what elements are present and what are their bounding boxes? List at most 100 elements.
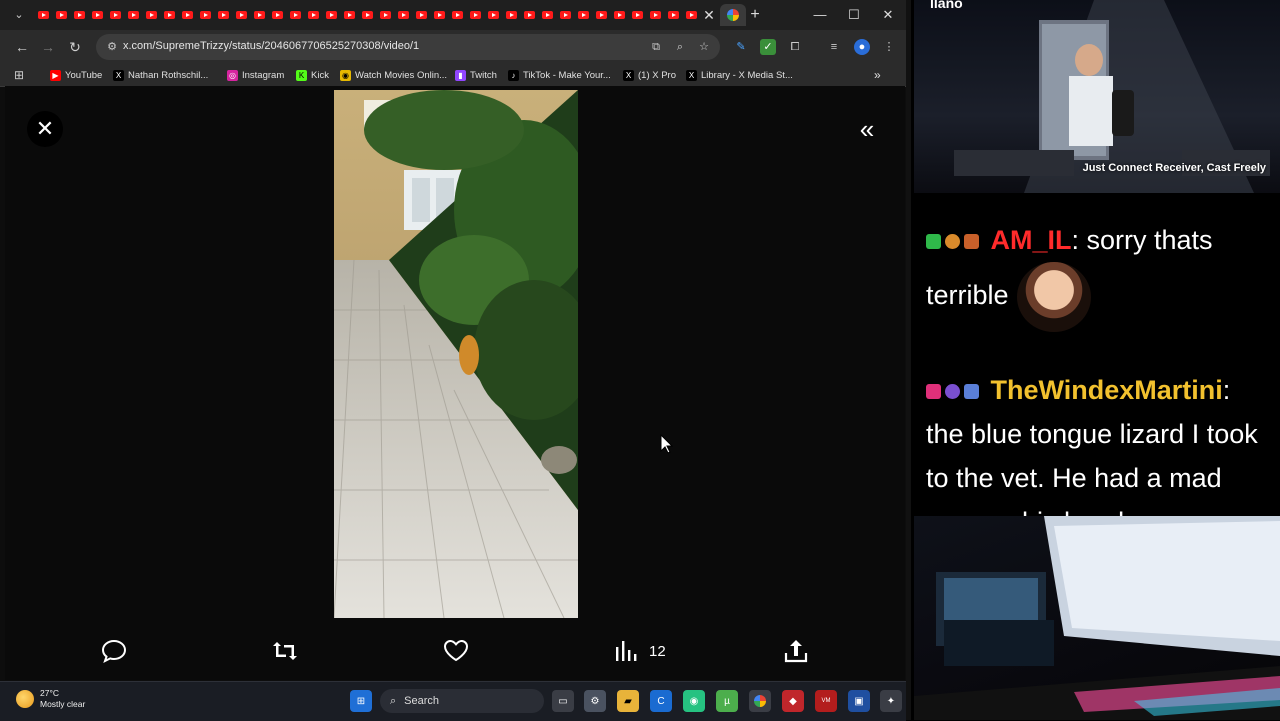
apps-icon[interactable]: ⊞ [14, 67, 24, 83]
reply-button[interactable] [101, 636, 127, 666]
youtube-tab[interactable] [70, 8, 88, 22]
youtube-tab[interactable] [52, 8, 70, 22]
youtube-tab[interactable] [322, 8, 340, 22]
youtube-icon: ▶ [50, 69, 61, 81]
share-button[interactable] [783, 636, 809, 666]
back-button[interactable]: ← [12, 38, 32, 56]
new-tab-button[interactable]: + [746, 6, 764, 24]
gift-badge [964, 384, 979, 400]
youtube-icon [451, 11, 463, 19]
youtube-tab[interactable] [520, 8, 538, 22]
youtube-tab[interactable] [358, 8, 376, 22]
reload-button[interactable]: ↻ [65, 38, 85, 56]
bookmark-xpro[interactable]: X (1) X Pro [623, 67, 676, 83]
youtube-tab[interactable] [574, 8, 592, 22]
bookmark-nathan[interactable]: X Nathan Rothschil... [113, 67, 208, 83]
close-viewer-button[interactable]: ✕ [27, 111, 63, 147]
youtube-tab[interactable] [340, 8, 358, 22]
site-info-icon[interactable]: ⚙ [104, 39, 120, 55]
voicemeeter-icon[interactable]: VM [815, 690, 837, 712]
video-player[interactable] [334, 90, 578, 618]
bookmark-movies[interactable]: ◉ Watch Movies Onlin... [340, 67, 447, 83]
utorrent-icon[interactable]: µ [716, 690, 738, 712]
reading-list-icon[interactable]: ≡ [826, 39, 842, 55]
translate-extension-icon[interactable]: ✎ [733, 39, 749, 55]
youtube-tab[interactable] [556, 8, 574, 22]
bookmark-star-icon[interactable]: ☆ [696, 39, 712, 55]
zoom-icon[interactable]: ⌕ [672, 39, 688, 55]
tab-search-icon[interactable]: ⌄ [8, 6, 30, 24]
youtube-tab[interactable] [196, 8, 214, 22]
youtube-tab[interactable] [394, 8, 412, 22]
youtube-tab[interactable] [376, 8, 394, 22]
bookmark-library[interactable]: X Library - X Media St... [686, 67, 793, 83]
like-button[interactable] [443, 636, 469, 666]
shield-extension-icon[interactable]: ✓ [760, 39, 776, 55]
youtube-tab[interactable] [124, 8, 142, 22]
youtube-tab[interactable] [610, 8, 628, 22]
task-view-icon[interactable]: ▭ [552, 690, 574, 712]
youtube-tab[interactable] [178, 8, 196, 22]
youtube-tab[interactable] [304, 8, 322, 22]
expand-panel-button[interactable]: « [849, 111, 885, 147]
youtube-tab[interactable] [88, 8, 106, 22]
chrome-icon[interactable] [749, 690, 771, 712]
youtube-tab[interactable] [232, 8, 250, 22]
app-blue-icon[interactable]: ▣ [848, 690, 870, 712]
youtube-tab[interactable] [466, 8, 484, 22]
address-bar[interactable]: ⚙ x.com/SupremeTrizzy/status/20460677065… [96, 34, 720, 60]
youtube-tab[interactable] [682, 8, 700, 22]
youtube-tab[interactable] [412, 8, 430, 22]
close-tab-icon[interactable]: ✕ [700, 6, 718, 24]
youtube-icon [613, 11, 625, 19]
bookmark-kick[interactable]: K Kick [296, 67, 329, 83]
sub-badge [945, 384, 960, 400]
copilot-icon[interactable]: C [650, 690, 672, 712]
discord-icon[interactable]: ◉ [683, 690, 705, 712]
bookmark-youtube[interactable]: ▶ YouTube [50, 67, 102, 83]
youtube-tab[interactable] [646, 8, 664, 22]
youtube-tab[interactable] [664, 8, 682, 22]
youtube-tab[interactable] [538, 8, 556, 22]
maximize-button[interactable]: ☐ [842, 6, 866, 24]
file-explorer-icon[interactable]: ▰ [617, 690, 639, 712]
youtube-tab[interactable] [250, 8, 268, 22]
repost-button[interactable] [271, 636, 299, 666]
youtube-tab[interactable] [448, 8, 466, 22]
chat-username: TheWindexMartini [990, 375, 1223, 405]
weather-widget[interactable]: 27°C Mostly clear [16, 688, 85, 710]
youtube-tab[interactable] [214, 8, 232, 22]
youtube-tab[interactable] [484, 8, 502, 22]
youtube-tab[interactable] [502, 8, 520, 22]
views-button[interactable]: 12 [613, 636, 666, 666]
app-red-icon[interactable]: ◆ [782, 690, 804, 712]
bookmarks-overflow-button[interactable]: » [874, 67, 881, 83]
bookmark-label: Instagram [242, 69, 285, 81]
minimize-button[interactable]: — [808, 6, 832, 24]
settings-icon[interactable]: ⚙ [584, 690, 606, 712]
url-text[interactable]: x.com/SupremeTrizzy/status/2046067706525… [123, 40, 419, 52]
youtube-tab[interactable] [286, 8, 304, 22]
start-button[interactable]: ⊞ [350, 690, 372, 712]
bookmark-instagram[interactable]: ◎ Instagram [227, 67, 284, 83]
youtube-tab[interactable] [268, 8, 286, 22]
taskbar-search[interactable]: ⌕ Search [380, 689, 544, 713]
extensions-icon[interactable]: ⧠ [787, 39, 803, 55]
youtube-tab[interactable] [430, 8, 448, 22]
youtube-tab[interactable] [628, 8, 646, 22]
bookmark-tiktok[interactable]: ♪ TikTok - Make Your... [508, 67, 611, 83]
bookmark-twitch[interactable]: ▮ Twitch [455, 67, 497, 83]
profile-avatar[interactable]: ● [854, 39, 870, 55]
forward-button[interactable]: → [38, 38, 58, 56]
youtube-tab[interactable] [142, 8, 160, 22]
youtube-tab[interactable] [592, 8, 610, 22]
youtube-tab[interactable] [34, 8, 52, 22]
menu-icon[interactable]: ⋮ [881, 39, 897, 55]
active-tab[interactable] [720, 4, 746, 26]
app-gear-icon[interactable]: ✦ [880, 690, 902, 712]
youtube-tab[interactable] [160, 8, 178, 22]
youtube-tab[interactable] [106, 8, 124, 22]
cast-icon[interactable]: ⧉ [648, 39, 664, 55]
close-window-button[interactable]: ✕ [876, 6, 900, 24]
emote-image [1016, 262, 1091, 332]
